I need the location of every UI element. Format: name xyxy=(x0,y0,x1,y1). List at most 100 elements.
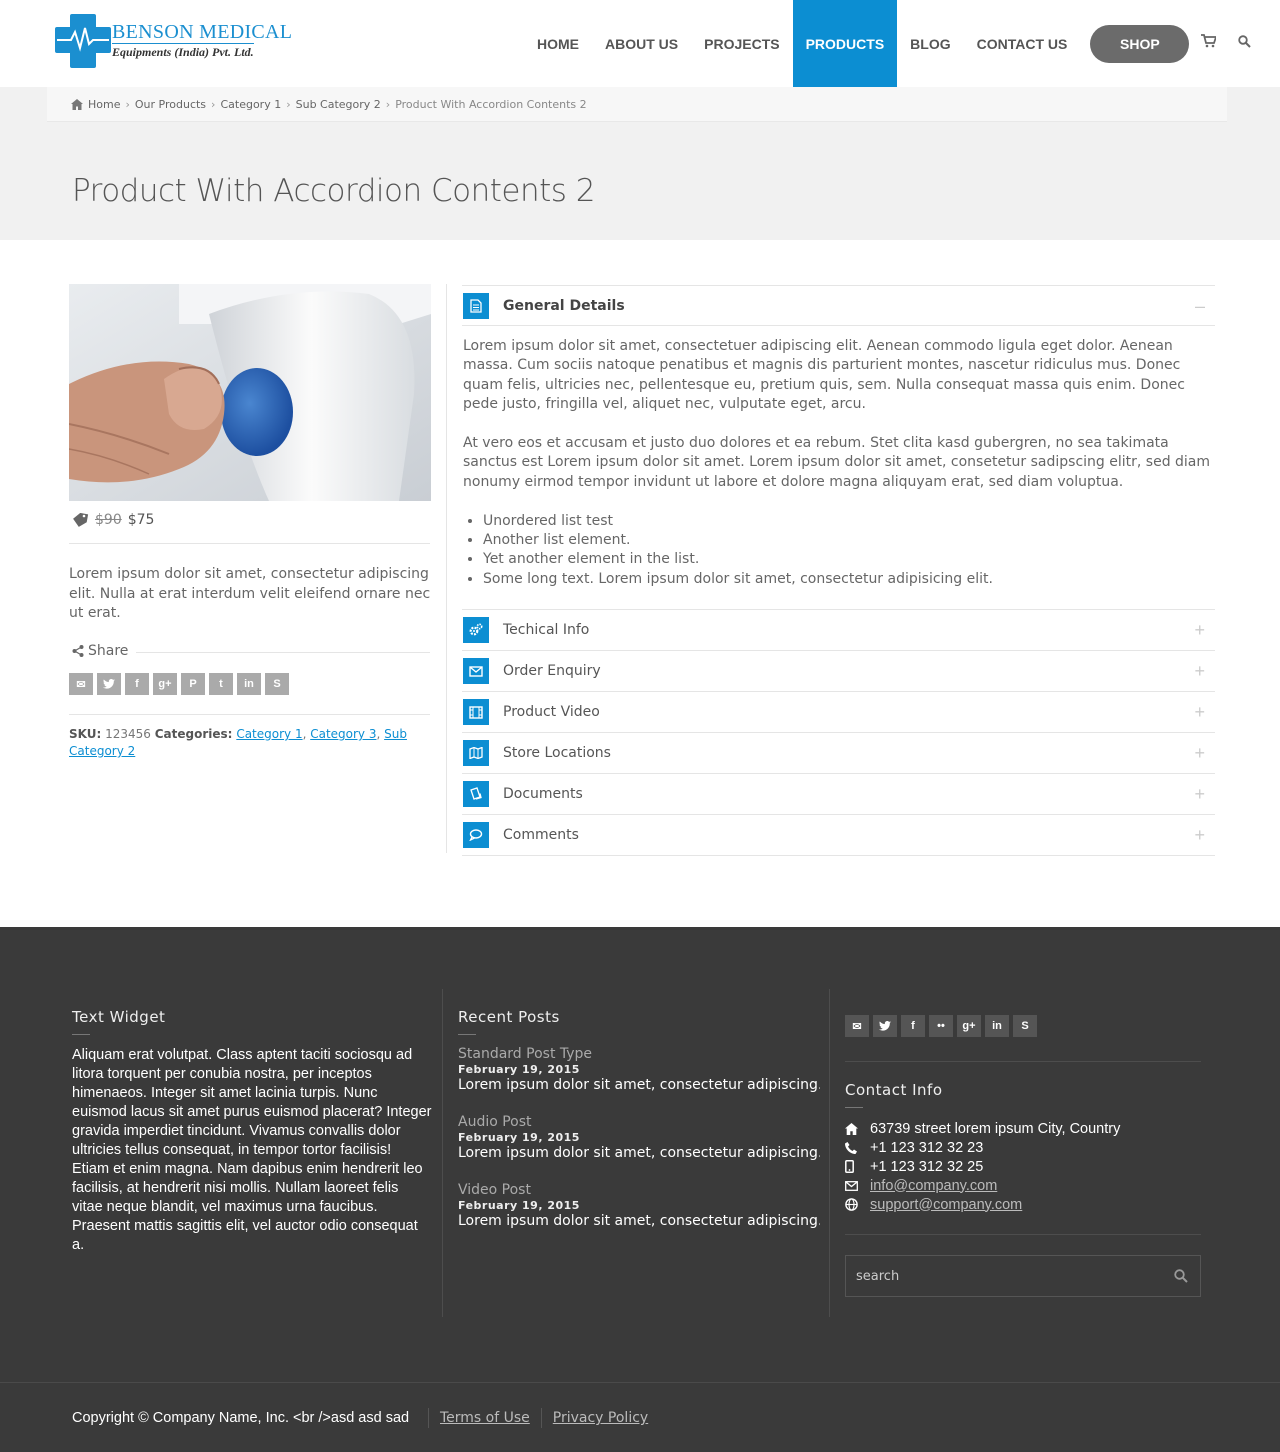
post-excerpt: Lorem ipsum dolor sit amet, consectetur … xyxy=(458,1145,820,1161)
accordion-techical-info[interactable]: Techical Info + xyxy=(462,609,1215,650)
nav-home[interactable]: HOME xyxy=(524,0,592,87)
nav-products[interactable]: PRODUCTS xyxy=(792,0,898,87)
post-title[interactable]: Video Post xyxy=(458,1182,820,1198)
tumblr-icon[interactable]: t xyxy=(209,673,233,695)
divider xyxy=(69,714,430,715)
facebook-icon[interactable]: f xyxy=(125,673,149,695)
support-link[interactable]: support@company.com xyxy=(870,1197,1022,1213)
post-excerpt: Lorem ipsum dolor sit amet, consectetur … xyxy=(458,1213,820,1229)
accordion-store-locations[interactable]: Store Locations + xyxy=(462,732,1215,773)
text-widget-title: Text Widget xyxy=(72,1008,166,1035)
site-logo[interactable]: BENSON MEDICAL Equipments (India) Pvt. L… xyxy=(55,14,292,70)
search-input[interactable] xyxy=(846,1256,1146,1296)
list-item: Yet another element in the list. xyxy=(483,550,1215,569)
mail-icon[interactable]: ✉ xyxy=(69,673,93,695)
accordion-documents[interactable]: Documents + xyxy=(462,773,1215,814)
current-price: $75 xyxy=(127,512,155,528)
accordion-order-enquiry[interactable]: Order Enquiry + xyxy=(462,650,1215,691)
home-icon xyxy=(845,1122,870,1135)
flickr-icon[interactable]: •• xyxy=(929,1015,953,1037)
expand-icon[interactable]: + xyxy=(1194,784,1205,805)
recent-post[interactable]: Audio Post February 19, 2015 Lorem ipsum… xyxy=(458,1114,820,1161)
twitter-icon[interactable] xyxy=(97,673,121,695)
breadcrumb-category-1[interactable]: Category 1 xyxy=(220,98,281,111)
chevron-right-icon: › xyxy=(385,97,391,111)
search-icon[interactable] xyxy=(1238,35,1251,48)
content-list: Unordered list test Another list element… xyxy=(483,512,1215,590)
title-band: Home › Our Products › Category 1 › Sub Cate… xyxy=(0,87,1280,240)
post-excerpt: Lorem ipsum dolor sit amet, consectetur … xyxy=(458,1077,820,1093)
breadcrumb-current: Product With Accordion Contents 2 xyxy=(395,97,587,111)
category-link[interactable]: Category 3 xyxy=(310,727,376,741)
google-plus-icon[interactable]: g+ xyxy=(957,1015,981,1037)
envelope-icon xyxy=(845,1180,870,1191)
accordion-title: Documents xyxy=(503,786,583,803)
nav-contact-us[interactable]: CONTACT US xyxy=(964,0,1081,87)
post-title[interactable]: Audio Post xyxy=(458,1114,820,1130)
email-link[interactable]: info@company.com xyxy=(870,1178,997,1194)
nav-blog[interactable]: BLOG xyxy=(897,0,963,87)
column-divider xyxy=(442,989,443,1317)
twitter-icon[interactable] xyxy=(873,1015,897,1037)
linkedin-icon[interactable]: in xyxy=(237,673,261,695)
sku-value: 123456 xyxy=(105,727,151,741)
product-price: $90 $75 xyxy=(72,512,154,528)
google-plus-icon[interactable]: g+ xyxy=(153,673,177,695)
product-accordion: General Details – Lorem ipsum dolor sit … xyxy=(462,285,1215,857)
expand-icon[interactable]: + xyxy=(1194,743,1205,764)
linkedin-icon[interactable]: in xyxy=(985,1015,1009,1037)
nav-about-us[interactable]: ABOUT US xyxy=(592,0,691,87)
paragraph: Lorem ipsum dolor sit amet, consectetuer… xyxy=(463,338,1185,413)
accordion-comments[interactable]: Comments + xyxy=(462,814,1215,855)
accordion-title: Store Locations xyxy=(503,745,611,762)
post-title[interactable]: Standard Post Type xyxy=(458,1046,820,1062)
pinterest-icon[interactable]: P xyxy=(181,673,205,695)
cart-icon[interactable] xyxy=(1201,34,1216,48)
terms-of-use-link[interactable]: Terms of Use xyxy=(428,1408,541,1428)
medical-cross-icon xyxy=(55,14,111,70)
recent-post[interactable]: Standard Post Type February 19, 2015 Lor… xyxy=(458,1046,820,1093)
accordion-title: Product Video xyxy=(503,704,600,721)
expand-icon[interactable]: + xyxy=(1194,620,1205,641)
post-date: February 19, 2015 xyxy=(458,1063,580,1076)
divider xyxy=(462,855,1215,857)
skype-icon[interactable]: S xyxy=(1013,1015,1037,1037)
facebook-icon[interactable]: f xyxy=(901,1015,925,1037)
map-icon xyxy=(463,740,489,767)
cogs-icon xyxy=(463,617,489,644)
category-link[interactable]: Category 1 xyxy=(236,727,302,741)
collapse-icon[interactable]: – xyxy=(1195,296,1205,317)
post-date: February 19, 2015 xyxy=(458,1199,580,1212)
accordion-content: Lorem ipsum dolor sit amet, consectetuer… xyxy=(462,326,1215,609)
privacy-policy-link[interactable]: Privacy Policy xyxy=(540,1408,659,1428)
expand-icon[interactable]: + xyxy=(1194,661,1205,682)
contact-phone: +1 123 312 32 23 xyxy=(845,1138,1205,1157)
contact-list: 63739 street lorem ipsum City, Country +… xyxy=(845,1119,1205,1214)
home-icon xyxy=(71,98,83,110)
phone-icon xyxy=(845,1141,870,1154)
breadcrumb-sub-category-2[interactable]: Sub Category 2 xyxy=(296,98,381,111)
nav-projects[interactable]: PROJECTS xyxy=(691,0,792,87)
accordion-product-video[interactable]: Product Video + xyxy=(462,691,1215,732)
stumbleupon-icon[interactable]: S xyxy=(265,673,289,695)
product-image[interactable] xyxy=(69,284,431,501)
old-price: $90 xyxy=(95,512,122,528)
text-widget-body: Aliquam erat volutpat. Class aptent taci… xyxy=(72,1047,432,1253)
shop-button[interactable]: SHOP xyxy=(1090,24,1190,63)
divider xyxy=(845,1234,1201,1235)
breadcrumb-home[interactable]: Home xyxy=(88,98,120,111)
contact-mobile: +1 123 312 32 25 xyxy=(845,1157,1205,1176)
share-label: Share xyxy=(72,643,128,659)
accordion-title: General Details xyxy=(503,297,625,314)
mobile-text: +1 123 312 32 25 xyxy=(870,1158,984,1175)
product-meta: SKU: 123456 Categories: Category 1, Cate… xyxy=(69,727,407,758)
address-text: 63739 street lorem ipsum City, Country xyxy=(870,1120,1121,1137)
breadcrumb-our-products[interactable]: Our Products xyxy=(135,98,206,111)
accordion-general-details[interactable]: General Details – xyxy=(462,285,1215,326)
expand-icon[interactable]: + xyxy=(1194,825,1205,846)
recent-post[interactable]: Video Post February 19, 2015 Lorem ipsum… xyxy=(458,1182,820,1229)
mail-icon[interactable]: ✉ xyxy=(845,1015,869,1037)
search-icon[interactable] xyxy=(1174,1269,1188,1283)
expand-icon[interactable]: + xyxy=(1194,702,1205,723)
phone-text: +1 123 312 32 23 xyxy=(870,1139,984,1156)
